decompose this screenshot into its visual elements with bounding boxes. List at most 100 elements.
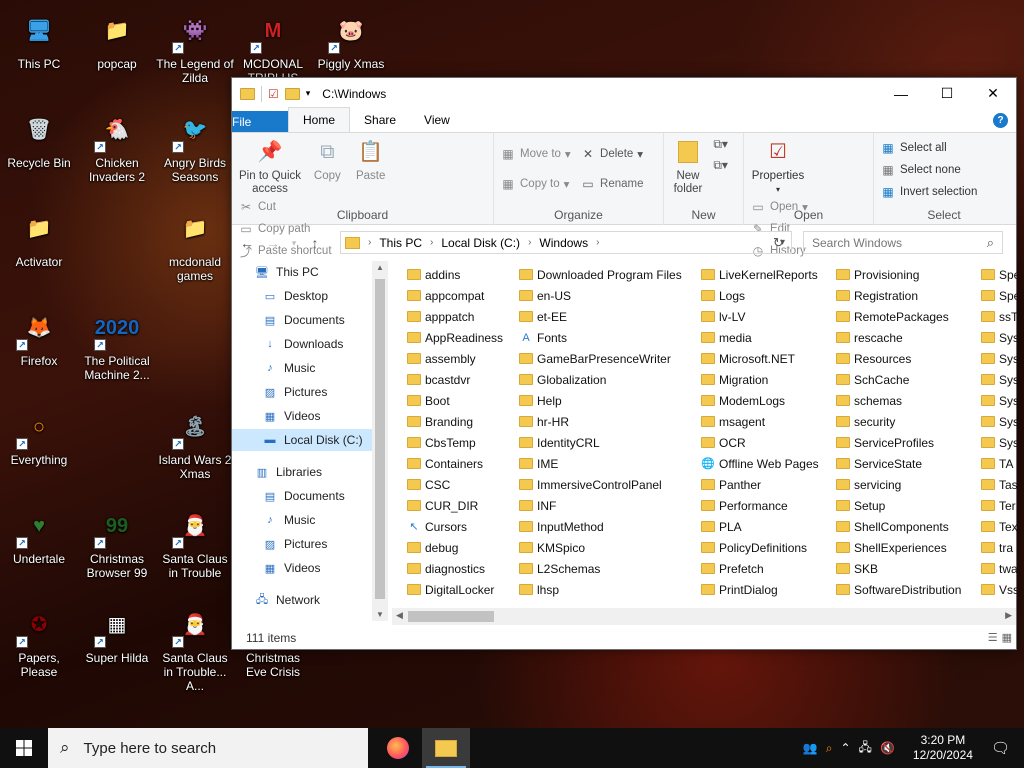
properties-quick-icon[interactable]: ☑	[268, 87, 279, 101]
folder-item[interactable]: lv-LV	[701, 306, 819, 327]
desktop-icon[interactable]: 📁 popcap	[78, 8, 156, 71]
folder-item[interactable]: ssT	[981, 306, 1017, 327]
desktop-icon[interactable]: ✪ ↗ Papers, Please	[0, 602, 78, 679]
folder-item[interactable]: Tex	[981, 516, 1017, 537]
notifications-icon[interactable]: 🗨	[991, 739, 1024, 757]
desktop-icon[interactable]: 👾 ↗ The Legend of Zilda	[156, 8, 234, 85]
new-folder-button[interactable]: New folder	[670, 137, 706, 196]
delete-button[interactable]: ✕ Delete ▾	[580, 143, 643, 165]
address-bar[interactable]: › This PC › Local Disk (C:) › Windows › …	[340, 231, 792, 254]
folder-item[interactable]: DigitalLocker	[407, 579, 503, 600]
folder-item[interactable]: Setup	[836, 495, 961, 516]
up-button[interactable]: ↑	[306, 235, 324, 251]
folder-item[interactable]: OCR	[701, 432, 819, 453]
folder-item[interactable]: Sys	[981, 348, 1017, 369]
invert-selection-button[interactable]: ▦ Invert selection	[880, 181, 1008, 203]
folder-item[interactable]: CbsTemp	[407, 432, 503, 453]
folder-item[interactable]: bcastdvr	[407, 369, 503, 390]
folder-item[interactable]: LiveKernelReports	[701, 264, 819, 285]
minimize-button[interactable]: —	[878, 78, 924, 109]
folder-item[interactable]: ShellComponents	[836, 516, 961, 537]
folder-item[interactable]: PolicyDefinitions	[701, 537, 819, 558]
rename-button[interactable]: ▭ Rename	[580, 173, 643, 195]
folder-item[interactable]: Help	[519, 390, 682, 411]
pin-to-quick-access-button[interactable]: 📌 Pin to Quick access	[238, 137, 302, 196]
breadcrumb-this-pc[interactable]: This PC	[379, 236, 422, 250]
folder-item[interactable]: Resources	[836, 348, 961, 369]
customize-quick-access-icon[interactable]: ▾	[306, 88, 311, 99]
folder-item[interactable]: schemas	[836, 390, 961, 411]
show-hidden-icons-icon[interactable]: ⌃	[840, 741, 850, 755]
copy-button[interactable]: ⧉ Copy	[309, 137, 345, 183]
properties-button[interactable]: ☑ Properties ▾	[750, 137, 806, 196]
easy-access-icon[interactable]: ⧉▾	[713, 158, 728, 173]
desktop-icon[interactable]: 99 ↗ Christmas Browser 99	[78, 503, 156, 580]
tree-item[interactable]: ▨ Pictures	[232, 533, 372, 555]
folder-item[interactable]: Sys	[981, 411, 1017, 432]
folder-item[interactable]: 🌐 Offline Web Pages	[701, 453, 818, 474]
folder-item[interactable]: ModemLogs	[701, 390, 819, 411]
folder-item[interactable]: Logs	[701, 285, 819, 306]
folder-item[interactable]: apppatch	[407, 306, 503, 327]
copy-to-button[interactable]: ▦ Copy to ▾	[500, 173, 571, 195]
network-icon[interactable]: 🖧	[859, 738, 872, 759]
folder-item[interactable]: SchCache	[836, 369, 961, 390]
folder-item[interactable]: Performance	[701, 495, 819, 516]
start-button[interactable]	[0, 728, 48, 768]
back-button[interactable]: ←	[238, 235, 256, 251]
recent-locations-button[interactable]: ▾	[290, 238, 298, 249]
select-none-button[interactable]: ▦ Select none	[880, 159, 1008, 181]
folder-item[interactable]: Registration	[836, 285, 961, 306]
tree-item[interactable]: ↓ Downloads	[232, 333, 372, 355]
folder-item[interactable]: CUR_DIR	[407, 495, 503, 516]
folder-item[interactable]: IdentityCRL	[519, 432, 682, 453]
folder-item[interactable]: GameBarPresenceWriter	[519, 348, 682, 369]
folder-item[interactable]: twa	[981, 558, 1017, 579]
desktop-icon[interactable]: 🖥 This PC	[0, 8, 78, 71]
folder-item[interactable]: rescache	[836, 327, 961, 348]
folder-item[interactable]: Globalization	[519, 369, 682, 390]
folder-item[interactable]: addins	[407, 264, 503, 285]
folder-item[interactable]: SoftwareDistribution	[836, 579, 961, 600]
folder-item[interactable]: Microsoft.NET	[701, 348, 819, 369]
tree-item[interactable]: ♪ Music	[232, 509, 372, 531]
folder-item[interactable]: Tas	[981, 474, 1017, 495]
tree-item[interactable]: 🖧 Network	[232, 589, 372, 611]
breadcrumb-windows[interactable]: Windows	[539, 236, 588, 250]
folder-item[interactable]: hr-HR	[519, 411, 682, 432]
tree-item[interactable]: ▤ Documents	[232, 309, 372, 331]
large-icons-view-icon[interactable]: ▦	[1002, 631, 1012, 644]
forward-button[interactable]: →	[264, 235, 282, 251]
file-list-horizontal-scrollbar[interactable]: ◀ ▶	[392, 608, 1016, 625]
folder-item[interactable]: debug	[407, 537, 503, 558]
help-icon[interactable]: ?	[993, 113, 1008, 128]
folder-item[interactable]: msagent	[701, 411, 819, 432]
maximize-button[interactable]: ☐	[924, 78, 970, 109]
tree-item[interactable]: ♪ Music	[232, 357, 372, 379]
folder-item[interactable]: AppReadiness	[407, 327, 503, 348]
tab-share[interactable]: Share	[350, 108, 410, 132]
folder-item[interactable]: Ter	[981, 495, 1017, 516]
folder-item[interactable]: KMSpico	[519, 537, 682, 558]
desktop-icon[interactable]: 📁 Activator	[0, 206, 78, 269]
folder-item[interactable]: ServiceState	[836, 453, 961, 474]
navigation-pane-scrollbar[interactable]: ▲ ▼	[372, 261, 388, 621]
tree-item[interactable]: ▦ Videos	[232, 557, 372, 579]
tree-item[interactable]: 🖥 This PC	[232, 261, 372, 283]
volume-muted-icon[interactable]: 🔇	[880, 741, 895, 755]
folder-item[interactable]: SKB	[836, 558, 961, 579]
folder-item[interactable]: ImmersiveControlPanel	[519, 474, 682, 495]
folder-item[interactable]: Vss	[981, 579, 1017, 600]
taskbar-file-explorer[interactable]	[422, 728, 470, 768]
search-input[interactable]: Search Windows ⌕	[803, 231, 1003, 254]
select-all-button[interactable]: ▦ Select all	[880, 137, 1008, 159]
desktop-icon[interactable]: 🏝 ↗ Island Wars 2 Xmas	[156, 404, 234, 481]
folder-item[interactable]: Sys	[981, 327, 1017, 348]
folder-item[interactable]: diagnostics	[407, 558, 503, 579]
desktop-icon[interactable]: 📁 mcdonald games	[156, 206, 234, 283]
folder-item[interactable]: security	[836, 411, 961, 432]
folder-item[interactable]: ↖ Cursors	[407, 516, 503, 537]
folder-item[interactable]: CSC	[407, 474, 503, 495]
close-button[interactable]: ✕	[970, 78, 1016, 109]
tree-item[interactable]: ▥ Libraries	[232, 461, 372, 483]
